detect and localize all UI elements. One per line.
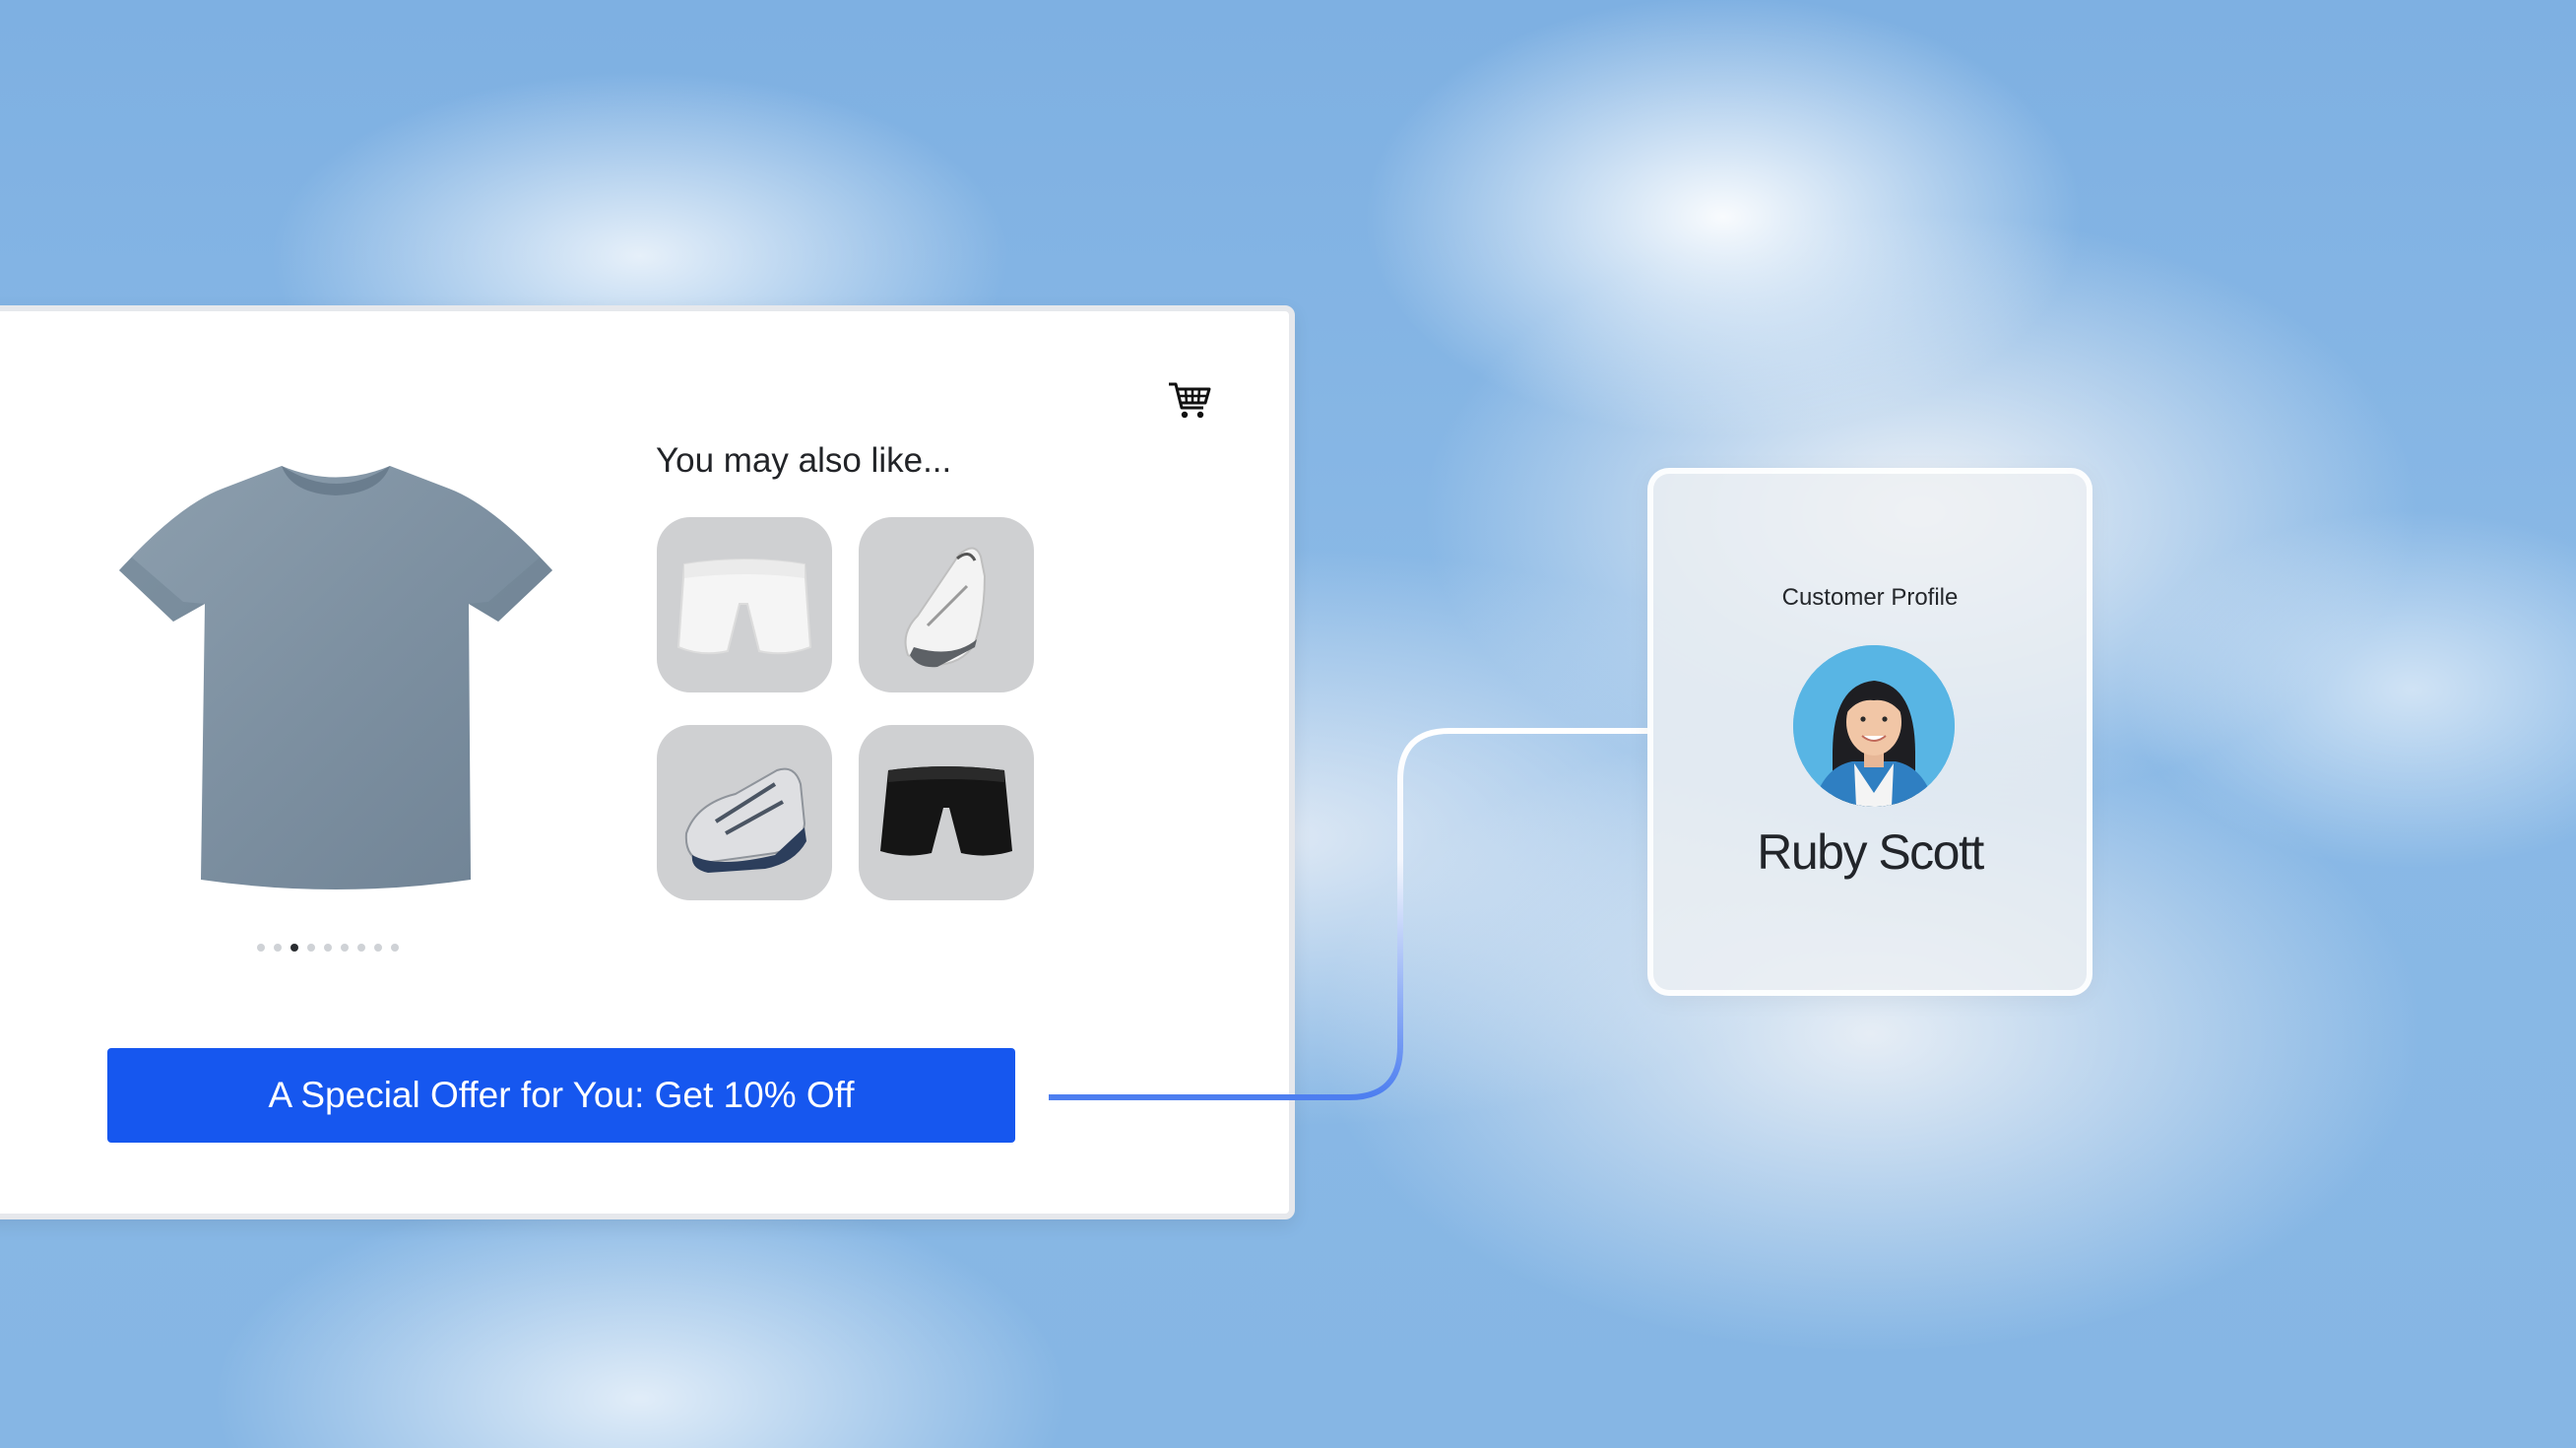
special-offer-button[interactable]: A Special Offer for You: Get 10% Off: [107, 1048, 1015, 1143]
customer-avatar-photo: [1793, 645, 1955, 807]
carousel-dot[interactable]: [341, 944, 349, 952]
shopping-cart-icon[interactable]: [1166, 376, 1213, 424]
carousel-dot[interactable]: [257, 944, 265, 952]
carousel-dot[interactable]: [274, 944, 282, 952]
carousel-dots[interactable]: [257, 944, 399, 952]
carousel-dot[interactable]: [391, 944, 399, 952]
profile-heading: Customer Profile: [1781, 584, 1959, 611]
carousel-dot-active[interactable]: [290, 944, 298, 952]
white-shorts-image: [676, 559, 812, 655]
section-title: You may also like...: [656, 441, 952, 480]
recommendation-white-shorts[interactable]: [657, 517, 832, 692]
main-product-tshirt-image[interactable]: [114, 454, 557, 917]
recommendation-gray-sneaker[interactable]: [657, 725, 832, 900]
carousel-dot[interactable]: [357, 944, 365, 952]
product-card: You may also like... A Special Offer for…: [0, 305, 1295, 1219]
carousel-dot[interactable]: [324, 944, 332, 952]
black-shorts-image: [880, 766, 1012, 856]
carousel-dot[interactable]: [374, 944, 382, 952]
customer-profile-card[interactable]: Customer Profile Ruby Scott: [1647, 468, 2093, 996]
customer-name: Ruby Scott: [1757, 824, 1984, 880]
recommendation-white-sneaker[interactable]: [859, 517, 1034, 692]
recommendation-grid: [657, 517, 1036, 901]
recommendation-black-shorts[interactable]: [859, 725, 1034, 900]
customer-avatar[interactable]: [1793, 645, 1955, 807]
carousel-dot[interactable]: [307, 944, 315, 952]
gray-navy-sneaker-image: [684, 767, 806, 873]
white-sneaker-image: [904, 547, 987, 668]
